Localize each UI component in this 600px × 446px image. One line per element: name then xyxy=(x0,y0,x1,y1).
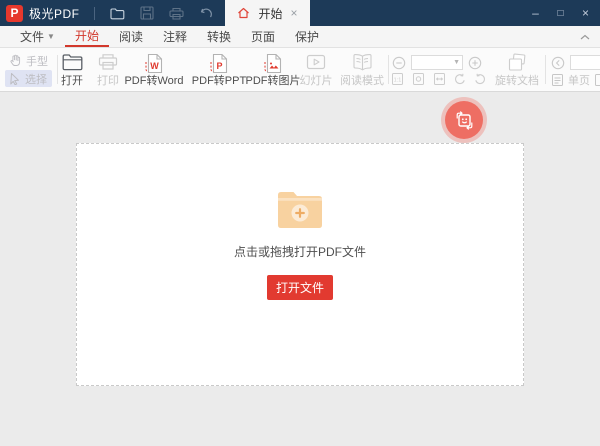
drop-hint: 点击或拖拽打开PDF文件 xyxy=(233,245,366,259)
logo-letter: P xyxy=(10,6,19,20)
menu-home[interactable]: 开始 xyxy=(64,26,109,47)
print-icon[interactable] xyxy=(168,7,184,20)
tab-home[interactable]: 开始 × xyxy=(225,0,310,26)
window-controls: – □ × xyxy=(523,0,598,26)
toolbar-divider xyxy=(388,55,389,84)
select-tool-label: 选择 xyxy=(25,73,47,86)
menubar: 文件 ▼ 开始 阅读 注释 转换 页面 保护 xyxy=(0,26,600,48)
menu-home-label: 开始 xyxy=(74,29,99,43)
open-label: 打开 xyxy=(61,75,83,87)
pdf-to-word-button[interactable]: W PDF转Word xyxy=(122,53,186,87)
close-button[interactable]: × xyxy=(573,6,598,20)
read-mode-label: 阅读模式 xyxy=(340,75,384,87)
toolbar: 手型 选择 打开 打印 W PDF转Word P PDF转PPT PDF转图片 … xyxy=(0,48,600,92)
menu-file[interactable]: 文件 ▼ xyxy=(10,26,65,47)
menu-file-label: 文件 xyxy=(20,30,45,44)
menu-annotate[interactable]: 注释 xyxy=(153,26,197,47)
previous-page-icon[interactable] xyxy=(551,56,565,70)
print-button[interactable]: 打印 xyxy=(90,53,126,87)
hand-icon xyxy=(9,54,22,67)
open-file-icon[interactable] xyxy=(109,7,125,20)
toolbar-divider xyxy=(545,55,546,84)
titlebar-divider xyxy=(93,6,95,20)
pdf-to-word-label: PDF转Word xyxy=(124,75,184,87)
undo-icon[interactable] xyxy=(199,8,212,19)
pdf-to-image-label: PDF转图片 xyxy=(245,75,301,87)
zoom-level-input[interactable] xyxy=(412,57,454,68)
play-icon xyxy=(306,54,326,70)
pdf-to-ppt-icon: P xyxy=(210,53,228,74)
two-page-icon[interactable] xyxy=(594,73,600,87)
menu-annotate-label: 注释 xyxy=(162,30,187,44)
single-page-label: 单页 xyxy=(568,75,590,87)
zoom-controls: ▼ xyxy=(392,55,482,70)
single-page-icon[interactable] xyxy=(551,73,564,87)
folder-plus-icon xyxy=(278,192,322,228)
rotate-document-label: 旋转文档 xyxy=(495,75,539,87)
collapse-toolbar-icon[interactable] xyxy=(580,26,590,47)
actual-size-icon[interactable]: 1:1 xyxy=(391,72,404,86)
content-area: 点击或拖拽打开PDF文件 打开文件 xyxy=(0,92,600,446)
zoom-dropdown-caret-icon[interactable]: ▼ xyxy=(453,59,462,66)
app-window: P 极光PDF 开始 × – □ × 文件 ▼ 开始 阅读 注释 转换 页面 保… xyxy=(0,0,600,446)
home-icon xyxy=(237,7,250,19)
tab-label: 开始 xyxy=(258,6,283,21)
zoom-in-icon[interactable] xyxy=(468,56,482,70)
smiley-document-rotate-icon xyxy=(456,110,472,130)
cursor-icon xyxy=(9,72,21,85)
pointer-tools: 手型 选择 xyxy=(5,52,52,87)
minimize-button[interactable]: – xyxy=(523,6,548,20)
menu-convert[interactable]: 转换 xyxy=(197,26,241,47)
hand-tool[interactable]: 手型 xyxy=(5,52,52,69)
printer-icon xyxy=(98,54,118,70)
zoom-level-field[interactable]: ▼ xyxy=(411,55,463,70)
zoom-fit-controls: 1:1 xyxy=(391,72,486,86)
pdf-to-word-icon: W xyxy=(145,53,163,74)
maximize-button[interactable]: □ xyxy=(548,8,573,19)
pages-icon xyxy=(508,53,526,71)
svg-text:P: P xyxy=(216,61,222,71)
app-logo-icon: P xyxy=(6,4,23,22)
hand-tool-label: 手型 xyxy=(26,55,48,68)
rotate-left-icon[interactable] xyxy=(454,73,466,85)
page-nav-controls xyxy=(551,55,600,70)
save-icon[interactable] xyxy=(139,6,154,20)
convert-assistant-button[interactable] xyxy=(445,101,483,139)
slideshow-label: 幻灯片 xyxy=(299,75,333,87)
app-title: 极光PDF xyxy=(29,6,80,21)
folder-icon xyxy=(62,54,82,71)
page-number-field[interactable] xyxy=(570,55,600,70)
menu-protect-label: 保护 xyxy=(295,30,320,44)
menu-page-label: 页面 xyxy=(251,30,276,44)
rotate-right-icon[interactable] xyxy=(474,73,486,85)
pdf-to-ppt-button[interactable]: P PDF转PPT xyxy=(190,53,248,87)
menu-read[interactable]: 阅读 xyxy=(109,26,153,47)
open-button[interactable]: 打开 xyxy=(54,53,90,87)
dropdown-caret-icon: ▼ xyxy=(47,32,55,41)
read-mode-button[interactable]: 阅读模式 xyxy=(336,53,388,87)
svg-text:W: W xyxy=(150,61,159,71)
pdf-to-image-icon xyxy=(264,53,282,74)
print-label: 打印 xyxy=(97,75,119,87)
zoom-out-icon[interactable] xyxy=(392,56,406,70)
svg-text:1:1: 1:1 xyxy=(394,78,402,84)
menu-read-label: 阅读 xyxy=(118,30,143,44)
page-view-controls: 单页 xyxy=(551,72,600,88)
fit-width-icon[interactable] xyxy=(433,72,446,86)
pdf-to-ppt-label: PDF转PPT xyxy=(191,75,247,87)
rotate-document-button[interactable]: 旋转文档 xyxy=(492,53,542,87)
select-tool[interactable]: 选择 xyxy=(5,70,52,87)
open-file-button[interactable]: 打开文件 xyxy=(267,275,333,300)
fit-page-icon[interactable] xyxy=(412,72,425,86)
titlebar: P 极光PDF 开始 × – □ × xyxy=(0,0,600,26)
menu-protect[interactable]: 保护 xyxy=(285,26,329,47)
menu-page[interactable]: 页面 xyxy=(241,26,285,47)
pdf-drop-zone[interactable]: 点击或拖拽打开PDF文件 打开文件 xyxy=(76,143,524,386)
menu-convert-label: 转换 xyxy=(206,30,231,44)
page-number-input[interactable] xyxy=(571,57,600,68)
book-icon xyxy=(352,54,372,71)
slideshow-button[interactable]: 幻灯片 xyxy=(294,53,338,87)
tab-close-icon[interactable]: × xyxy=(291,7,298,19)
